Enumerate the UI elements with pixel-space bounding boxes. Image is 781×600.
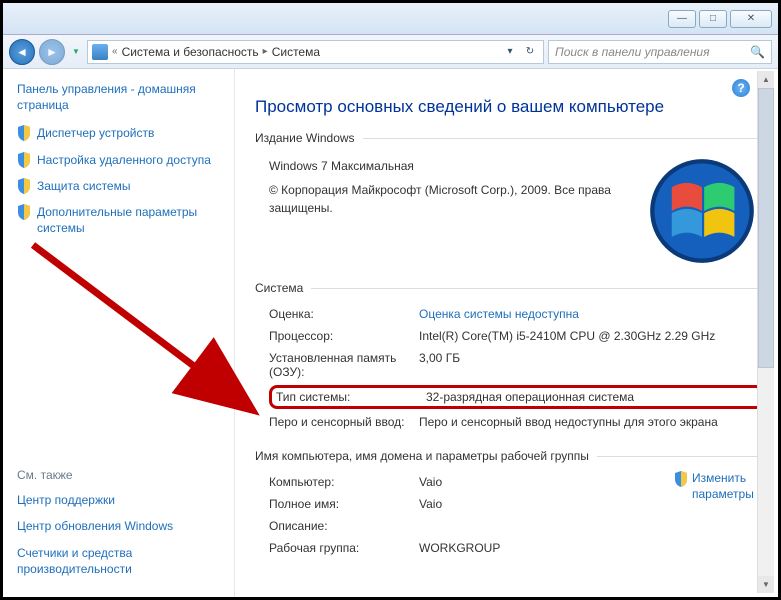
see-also-section: См. также Центр поддержки Центр обновлен… (17, 454, 224, 587)
sidebar-item-label: Дополнительные параметры системы (37, 204, 224, 236)
edition-section: Издание Windows Windows 7 Максимальная ©… (255, 131, 764, 275)
rating-link[interactable]: Оценка системы недоступна (419, 307, 764, 321)
computer-legend: Имя компьютера, имя домена и параметры р… (255, 449, 597, 463)
seealso-action-center[interactable]: Центр поддержки (17, 492, 224, 508)
sidebar-item-label: Защита системы (37, 178, 130, 194)
row-rating: Оценка: Оценка системы недоступна (269, 303, 764, 325)
scroll-thumb[interactable] (758, 88, 774, 368)
scroll-down-button[interactable]: ▼ (758, 576, 774, 593)
breadcrumb[interactable]: « Система и безопасность ▸ Система ▾ ↻ (87, 40, 544, 64)
row-pen: Перо и сенсорный ввод: Перо и сенсорный … (269, 411, 764, 433)
nav-forward-button[interactable]: ► (39, 39, 65, 65)
bc-part-security[interactable]: Система и безопасность (122, 45, 259, 59)
scroll-up-button[interactable]: ▲ (758, 71, 774, 88)
sidebar-home-link[interactable]: Панель управления - домашняя страница (17, 81, 224, 113)
sidebar-item-label: Диспетчер устройств (37, 125, 154, 141)
maximize-button[interactable]: □ (699, 10, 727, 28)
seealso-windows-update[interactable]: Центр обновления Windows (17, 518, 224, 534)
bc-part-system[interactable]: Система (272, 45, 320, 59)
windows-logo-icon (648, 157, 756, 265)
minimize-button[interactable]: — (668, 10, 696, 28)
nav-back-button[interactable]: ◄ (9, 39, 35, 65)
bc-sep-icon: ▸ (263, 46, 268, 57)
edition-legend: Издание Windows (255, 131, 363, 145)
see-also-heading: См. также (17, 468, 224, 482)
copyright-text: © Корпорация Майкрософт (Microsoft Corp.… (269, 181, 634, 217)
row-ram: Установленная память (ОЗУ): 3,00 ГБ (269, 347, 764, 383)
bc-dropdown-icon[interactable]: ▾ (501, 43, 519, 61)
main-panel: ? Просмотр основных сведений о вашем ком… (235, 69, 778, 597)
bc-prefix: « (112, 46, 118, 57)
control-panel-icon (92, 44, 108, 60)
highlighted-system-type: Тип системы: 32-разрядная операционная с… (269, 385, 764, 409)
seealso-perf-tools[interactable]: Счетчики и средства производительности (17, 545, 224, 577)
shield-icon (674, 471, 688, 487)
titlebar: — □ ✕ (3, 3, 778, 35)
shield-icon (17, 125, 31, 141)
vertical-scrollbar[interactable]: ▲ ▼ (757, 71, 774, 593)
page-title: Просмотр основных сведений о вашем компь… (255, 97, 764, 117)
nav-history-dropdown[interactable]: ▼ (69, 41, 83, 63)
shield-icon (17, 178, 31, 194)
row-processor: Процессор: Intel(R) Core(TM) i5-2410M CP… (269, 325, 764, 347)
row-description: Описание: (269, 515, 674, 537)
windows-edition: Windows 7 Максимальная (269, 157, 634, 175)
close-button[interactable]: ✕ (730, 10, 772, 28)
computer-name-section: Имя компьютера, имя домена и параметры р… (255, 449, 764, 569)
shield-icon (17, 204, 31, 220)
refresh-icon[interactable]: ↻ (521, 43, 539, 61)
row-computer: Компьютер: Vaio (269, 471, 674, 493)
help-icon[interactable]: ? (732, 79, 750, 97)
search-placeholder: Поиск в панели управления (555, 45, 710, 59)
sidebar: Панель управления - домашняя страница Ди… (3, 69, 235, 597)
search-icon: 🔍 (750, 45, 765, 59)
sidebar-item-remote[interactable]: Настройка удаленного доступа (17, 152, 224, 168)
toolbar: ◄ ► ▼ « Система и безопасность ▸ Система… (3, 35, 778, 69)
row-fullname: Полное имя: Vaio (269, 493, 674, 515)
sidebar-item-protection[interactable]: Защита системы (17, 178, 224, 194)
shield-icon (17, 152, 31, 168)
system-legend: Система (255, 281, 311, 295)
sidebar-item-device-manager[interactable]: Диспетчер устройств (17, 125, 224, 141)
change-settings-link[interactable]: Изменить параметры (674, 471, 764, 559)
system-section: Система Оценка: Оценка системы недоступн… (255, 281, 764, 443)
row-workgroup: Рабочая группа: WORKGROUP (269, 537, 674, 559)
sidebar-item-advanced[interactable]: Дополнительные параметры системы (17, 204, 224, 236)
search-input[interactable]: Поиск в панели управления 🔍 (548, 40, 772, 64)
sidebar-item-label: Настройка удаленного доступа (37, 152, 211, 168)
